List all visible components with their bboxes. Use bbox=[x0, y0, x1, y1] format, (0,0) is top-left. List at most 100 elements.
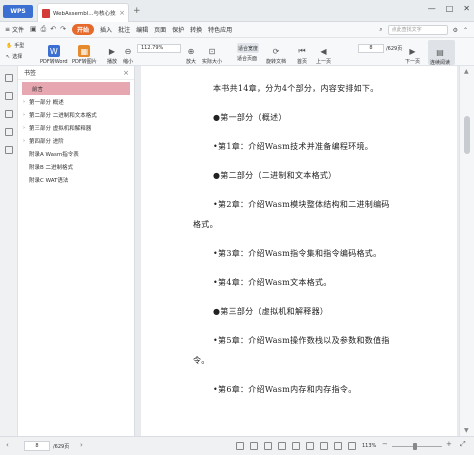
play-mode-icon[interactable] bbox=[348, 442, 356, 450]
bookmark-item[interactable]: 附录B 二进制格式 bbox=[18, 160, 134, 173]
menu-page[interactable]: 页面 bbox=[154, 25, 166, 34]
search-panel-icon[interactable] bbox=[5, 128, 13, 136]
menu-features[interactable]: 特色应用 bbox=[208, 25, 232, 34]
zoom-input[interactable]: 112.79% bbox=[137, 44, 181, 53]
document-tab[interactable]: WebAssembl...与核心技术_.pdf × bbox=[37, 3, 129, 22]
bookmark-item[interactable]: 附录A Wasm指令表 bbox=[18, 147, 134, 160]
document-paragraph: 本书共14章，分为4个部分，内容安排如下。 bbox=[213, 84, 379, 93]
title-bar: WPS WebAssembl...与核心技术_.pdf × + — □ ✕ bbox=[0, 0, 474, 22]
enlarge-button[interactable]: ⊕ 放大 bbox=[185, 39, 197, 66]
attachment-panel-icon[interactable] bbox=[5, 146, 13, 154]
bookmark-panel-icon[interactable] bbox=[5, 74, 13, 82]
actual-size-button[interactable]: ⊡ 实际大小 bbox=[202, 39, 222, 66]
double-page-icon[interactable] bbox=[250, 442, 258, 450]
single-page-icon[interactable] bbox=[236, 442, 244, 450]
scroll-thumb[interactable] bbox=[464, 116, 470, 154]
eye-protect-icon[interactable] bbox=[306, 442, 314, 450]
file-menu[interactable]: ≡ 文件 bbox=[5, 25, 24, 34]
close-panel-icon[interactable]: × bbox=[123, 69, 129, 77]
zoom-slider-knob[interactable] bbox=[413, 443, 417, 450]
shrink-button[interactable]: ⊖ 缩小 bbox=[122, 39, 134, 66]
print-icon[interactable]: ⎙ bbox=[41, 25, 47, 34]
document-paragraph: •第3章：介绍Wasm指令集和指令编码格式。 bbox=[213, 249, 382, 258]
next-page-label: 下一页 bbox=[405, 59, 421, 65]
chevron-up-icon[interactable]: ⌃ bbox=[463, 27, 468, 34]
minimize-button[interactable]: — bbox=[428, 4, 436, 13]
status-next-icon[interactable]: › bbox=[80, 441, 83, 449]
select-tool-label: 选择 bbox=[12, 54, 23, 60]
annotation-panel-icon[interactable] bbox=[5, 110, 13, 118]
save-icon[interactable]: ▣ bbox=[30, 25, 37, 34]
bookmark-item[interactable]: › 第四部分 进阶 bbox=[18, 134, 134, 147]
next-page-button[interactable]: ▶ 下一页 bbox=[405, 39, 421, 66]
settings-icon[interactable]: ⚙ bbox=[453, 27, 458, 34]
fit-page-label: 适合页面 bbox=[237, 56, 258, 62]
menu-edit[interactable]: 编辑 bbox=[136, 25, 148, 34]
play-button[interactable]: ▶ 播放 bbox=[106, 39, 118, 66]
document-paragraph: •第2章：介绍Wasm模块整体结构和二进制编码 bbox=[213, 200, 390, 209]
close-tab-icon[interactable]: × bbox=[119, 9, 125, 17]
bookmark-item-label: 附录C WAT语法 bbox=[29, 177, 69, 184]
page-number-input[interactable]: 8 bbox=[358, 44, 384, 53]
close-window-button[interactable]: ✕ bbox=[463, 4, 470, 13]
fit-width-button[interactable]: 适合宽度 bbox=[237, 43, 259, 53]
quick-access: ▣ ⎙ ↶ ↷ bbox=[30, 25, 66, 34]
document-area[interactable]: 本书共14章，分为4个部分，内容安排如下。 ●第一部分（概述） •第1章：介绍Was… bbox=[135, 66, 459, 436]
scroll-down-icon[interactable]: ▼ bbox=[464, 427, 469, 434]
wps-home-tab[interactable]: WPS bbox=[3, 5, 33, 18]
fullscreen-icon[interactable] bbox=[292, 442, 300, 450]
bookmark-item[interactable]: › 第三部分 虚拟机和解释器 bbox=[18, 121, 134, 134]
menu-convert[interactable]: 转换 bbox=[190, 25, 202, 34]
play-icon: ▶ bbox=[108, 46, 116, 56]
pdf-to-image-button[interactable]: ▦ PDF转图片 bbox=[72, 39, 97, 65]
first-page-button[interactable]: ⏮ 首页 bbox=[296, 39, 308, 65]
document-paragraph: ●第一部分（概述） bbox=[213, 113, 287, 122]
book-view-icon[interactable] bbox=[278, 442, 286, 450]
bookmark-item[interactable]: › 第一部分 概述 bbox=[18, 95, 134, 108]
menu-protect[interactable]: 保护 bbox=[172, 25, 184, 34]
rotate-doc-button[interactable]: ⟳ 旋转文档 bbox=[266, 39, 286, 66]
status-prev-icon[interactable]: ‹ bbox=[6, 441, 9, 449]
page-total-label: /629页 bbox=[386, 46, 403, 52]
document-paragraph: ●第三部分（虚拟机和解释器） bbox=[213, 307, 329, 316]
document-tab-title: WebAssembl...与核心技术_.pdf bbox=[53, 11, 116, 17]
bookmark-item-label: 第四部分 进阶 bbox=[29, 138, 64, 145]
zoom-out-small-icon[interactable]: − bbox=[382, 440, 388, 448]
hand-tool[interactable]: ✋ 手型 bbox=[6, 42, 24, 50]
menu-annotate[interactable]: 批注 bbox=[118, 25, 130, 34]
scroll-up-icon[interactable]: ▲ bbox=[464, 68, 469, 75]
rotate-icon: ⟳ bbox=[272, 46, 280, 56]
search-icon: ⌕ bbox=[379, 26, 383, 33]
continuous-view-icon[interactable] bbox=[264, 442, 272, 450]
fit-page-button[interactable]: 适合页面 bbox=[237, 55, 257, 62]
bookmark-item[interactable]: 前言 bbox=[22, 82, 130, 95]
file-menu-label: 文件 bbox=[12, 27, 25, 34]
undo-icon[interactable]: ↶ bbox=[50, 25, 56, 34]
new-tab-button[interactable]: + bbox=[133, 6, 141, 16]
continuous-read-button[interactable]: ▤ 连续阅读 bbox=[428, 40, 455, 66]
play-label: 播放 bbox=[106, 59, 117, 65]
pdf-to-word-button[interactable]: W PDF转Word bbox=[40, 39, 68, 65]
fit-screen-icon[interactable]: ⤢ bbox=[460, 440, 466, 449]
bookmark-item[interactable]: › 第二部分 二进制和文本格式 bbox=[18, 108, 134, 121]
menu-insert[interactable]: 插入 bbox=[100, 25, 112, 34]
maximize-button[interactable]: □ bbox=[446, 4, 454, 13]
fit-width-label: 适合宽度 bbox=[237, 45, 258, 52]
menu-start[interactable]: 开始 bbox=[72, 24, 95, 35]
cursor-icon: ↖ bbox=[6, 53, 11, 60]
bookmark-item[interactable]: 附录C WAT语法 bbox=[18, 173, 134, 186]
bookmark-item-label: 前言 bbox=[32, 86, 44, 93]
find-text-input[interactable]: 点此查找文字 bbox=[387, 25, 448, 35]
status-page-input[interactable]: 8 bbox=[24, 441, 50, 451]
status-bar: ‹ 8 /629页 › 113% − + ⤢ bbox=[0, 436, 474, 455]
vertical-scrollbar[interactable]: ▲ ▼ bbox=[459, 66, 474, 436]
redo-icon[interactable]: ↷ bbox=[60, 25, 66, 34]
zoom-slider-track[interactable] bbox=[392, 446, 442, 447]
bookmark-item-label: 第一部分 概述 bbox=[29, 99, 64, 106]
read-mode-icon[interactable] bbox=[334, 442, 342, 450]
select-tool[interactable]: ↖ 选择 bbox=[6, 53, 23, 61]
night-mode-icon[interactable] bbox=[320, 442, 328, 450]
prev-page-button[interactable]: ◀ 上一页 bbox=[316, 39, 331, 66]
thumbnail-panel-icon[interactable] bbox=[5, 92, 13, 100]
zoom-in-small-icon[interactable]: + bbox=[446, 440, 452, 448]
